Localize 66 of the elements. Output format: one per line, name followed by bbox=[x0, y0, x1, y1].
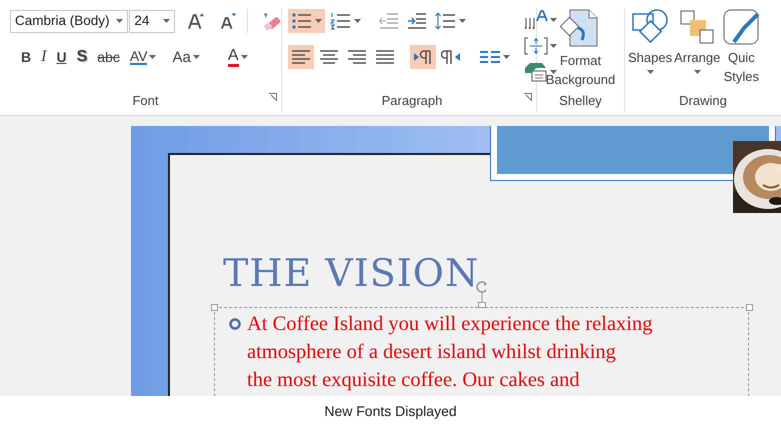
bold-button[interactable]: B bbox=[18, 45, 34, 69]
arrange-button[interactable]: Arrange bbox=[673, 8, 722, 86]
caret-icon bbox=[315, 18, 322, 24]
left-to-right-button[interactable] bbox=[410, 45, 436, 69]
caret-icon bbox=[646, 70, 654, 76]
quick-styles-button[interactable]: Quic Styles bbox=[721, 8, 762, 86]
caption: New Fonts Displayed bbox=[324, 402, 457, 421]
group-label: Shelley bbox=[559, 92, 602, 110]
italic-button[interactable]: I bbox=[38, 45, 50, 69]
decrease-indent-icon bbox=[379, 12, 399, 30]
slide-title: THE VISION bbox=[223, 250, 480, 297]
caret-icon bbox=[162, 18, 170, 24]
group-label: Font bbox=[132, 92, 158, 110]
shapes-icon bbox=[631, 8, 670, 46]
caret-icon bbox=[354, 18, 361, 24]
text-direction-icon bbox=[524, 10, 548, 30]
shapes-button[interactable]: Shapes bbox=[627, 8, 674, 86]
caret-icon bbox=[550, 70, 557, 74]
align-left-icon bbox=[291, 49, 311, 65]
dialog-launcher-icon bbox=[524, 93, 532, 102]
body-text-line: atmosphere of a desert island whilst drinking bbox=[247, 340, 617, 365]
align-center-icon bbox=[319, 49, 339, 65]
caret-icon bbox=[503, 54, 510, 60]
bullets-icon bbox=[291, 12, 313, 30]
line-spacing-icon bbox=[435, 12, 457, 30]
font-size-select[interactable]: 24 bbox=[129, 10, 175, 32]
align-left-button[interactable] bbox=[288, 45, 314, 69]
right-to-left-icon bbox=[441, 49, 461, 65]
arrange-icon bbox=[678, 8, 716, 46]
caret-icon bbox=[192, 54, 200, 60]
font-color-button[interactable]: A bbox=[224, 45, 250, 69]
left-to-right-icon bbox=[413, 49, 433, 65]
quick-styles-icon bbox=[722, 8, 760, 46]
shrink-font-icon bbox=[219, 12, 237, 30]
font-name-select[interactable]: Cambria (Body) bbox=[10, 10, 128, 32]
character-spacing-button[interactable]: AV bbox=[126, 45, 160, 69]
caret-icon bbox=[116, 18, 124, 24]
group-label: Drawing bbox=[679, 92, 727, 110]
caret-icon bbox=[149, 54, 156, 60]
bullet-icon bbox=[229, 318, 241, 330]
resize-handle-icon[interactable] bbox=[746, 304, 753, 311]
shadow-button[interactable]: S bbox=[74, 45, 90, 69]
align-right-icon bbox=[347, 49, 367, 65]
strikethrough-button[interactable]: abc bbox=[94, 45, 123, 69]
bullets-button[interactable] bbox=[288, 9, 325, 33]
body-text-line: the most exquisite coffee. Our cakes and bbox=[247, 368, 581, 393]
format-background-button[interactable]: Format Background bbox=[544, 8, 616, 89]
caret-icon bbox=[459, 18, 466, 24]
resize-handle-icon[interactable] bbox=[211, 304, 218, 311]
dialog-launcher-icon bbox=[269, 93, 277, 102]
body-text-line: At Coffee Island you will experience the relaxing bbox=[247, 312, 652, 337]
numbering-icon bbox=[330, 12, 352, 30]
caret-icon bbox=[550, 44, 557, 48]
underline-button[interactable]: U bbox=[53, 45, 70, 69]
increase-indent-icon bbox=[407, 12, 427, 30]
caret-icon bbox=[240, 54, 248, 60]
caret-icon bbox=[550, 18, 557, 22]
group-label: Paragraph bbox=[382, 92, 442, 110]
smartart-icon bbox=[524, 62, 548, 82]
grow-font-icon bbox=[186, 12, 204, 30]
align-text-icon bbox=[524, 36, 548, 56]
justify-icon bbox=[375, 49, 395, 65]
format-background-icon bbox=[560, 8, 600, 48]
caret-icon bbox=[694, 70, 701, 76]
change-case-button[interactable]: Aa bbox=[169, 45, 203, 69]
columns-icon bbox=[479, 49, 501, 65]
